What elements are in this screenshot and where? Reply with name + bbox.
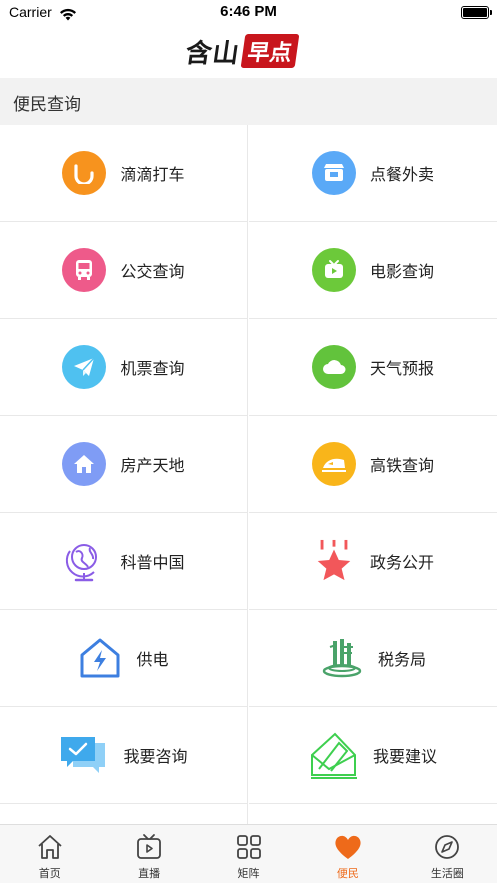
service-label: 天气预报	[369, 359, 434, 378]
tv-play-icon	[134, 832, 164, 862]
movie-tv-icon	[311, 248, 356, 292]
tab-bar: 首页 直播 矩阵 便民 生活圈	[0, 824, 497, 883]
tab-label: 便民	[336, 867, 359, 880]
tab-convenience[interactable]: 便民	[298, 825, 397, 883]
clock: 6:46 PM	[220, 3, 277, 20]
tab-live[interactable]: 直播	[99, 825, 198, 883]
status-bar: Carrier 6:46 PM	[0, 0, 497, 26]
service-suggest[interactable]: 我要建议	[249, 707, 497, 804]
globe-icon	[62, 539, 106, 583]
service-label: 滴滴打车	[120, 165, 185, 184]
service-food-delivery[interactable]: 点餐外卖	[249, 125, 497, 222]
bus-icon	[62, 248, 107, 292]
service-high-speed-rail[interactable]: 高铁查询	[249, 416, 497, 513]
service-science[interactable]: 科普中国	[0, 513, 248, 610]
heart-icon	[333, 832, 363, 862]
service-label: 科普中国	[120, 553, 185, 572]
service-consult[interactable]: 我要咨询	[0, 707, 248, 804]
service-label: 我要建议	[372, 747, 437, 766]
service-flight[interactable]: 机票查询	[0, 319, 248, 416]
service-tax-bureau[interactable]: 税务局	[249, 610, 497, 707]
star-icon	[312, 539, 356, 583]
tab-life-circle[interactable]: 生活圈	[398, 825, 497, 883]
tax-bureau-icon	[320, 636, 364, 680]
section-header: 便民查询	[0, 78, 497, 125]
weather-cloud-icon	[311, 345, 356, 389]
service-label: 政务公开	[369, 553, 434, 572]
service-government[interactable]: 政务公开	[249, 513, 497, 610]
service-empty	[249, 804, 497, 825]
tab-label: 直播	[138, 867, 161, 880]
service-real-estate[interactable]: 房产天地	[0, 416, 248, 513]
tab-matrix[interactable]: 矩阵	[199, 825, 298, 883]
didi-icon	[62, 151, 107, 195]
chat-bubble-icon	[59, 733, 109, 777]
service-bus[interactable]: 公交查询	[0, 222, 248, 319]
tab-label: 矩阵	[237, 867, 260, 880]
logo-text-dark: 含山	[183, 38, 242, 69]
service-label: 电影查询	[369, 262, 434, 281]
service-label: 税务局	[377, 650, 426, 669]
service-grid: 滴滴打车 点餐外卖 公交查询 电影查询 机票查询 天气预报 房产天地 高铁查询 …	[0, 125, 497, 825]
app-logo: 含山 早点	[183, 34, 300, 69]
home-icon	[35, 832, 65, 862]
service-label: 高铁查询	[369, 456, 434, 475]
paper-plane-icon	[62, 345, 107, 389]
section-title: 便民查询	[13, 95, 81, 115]
service-label: 供电	[136, 650, 169, 669]
service-movie[interactable]: 电影查询	[249, 222, 497, 319]
house-icon	[62, 442, 107, 486]
logo-text-red: 早点	[240, 34, 300, 68]
service-weather[interactable]: 天气预报	[249, 319, 497, 416]
tab-label: 首页	[38, 867, 61, 880]
service-label: 我要咨询	[123, 747, 188, 766]
service-label: 房产天地	[120, 456, 185, 475]
service-empty	[0, 804, 248, 825]
tab-label: 生活圈	[430, 867, 464, 880]
food-delivery-icon	[311, 151, 356, 195]
service-label: 公交查询	[120, 262, 185, 281]
service-label: 机票查询	[120, 359, 185, 378]
service-power-supply[interactable]: 供电	[0, 610, 248, 707]
envelope-suggest-icon	[309, 732, 359, 779]
compass-icon	[432, 832, 462, 862]
nav-bar: 含山 早点	[0, 26, 497, 78]
power-house-icon	[78, 636, 122, 680]
battery-icon	[461, 6, 492, 19]
grid-icon	[234, 832, 264, 862]
service-didi[interactable]: 滴滴打车	[0, 125, 248, 222]
high-speed-train-icon	[311, 442, 356, 486]
tab-home[interactable]: 首页	[0, 825, 99, 883]
service-label: 点餐外卖	[369, 165, 434, 184]
